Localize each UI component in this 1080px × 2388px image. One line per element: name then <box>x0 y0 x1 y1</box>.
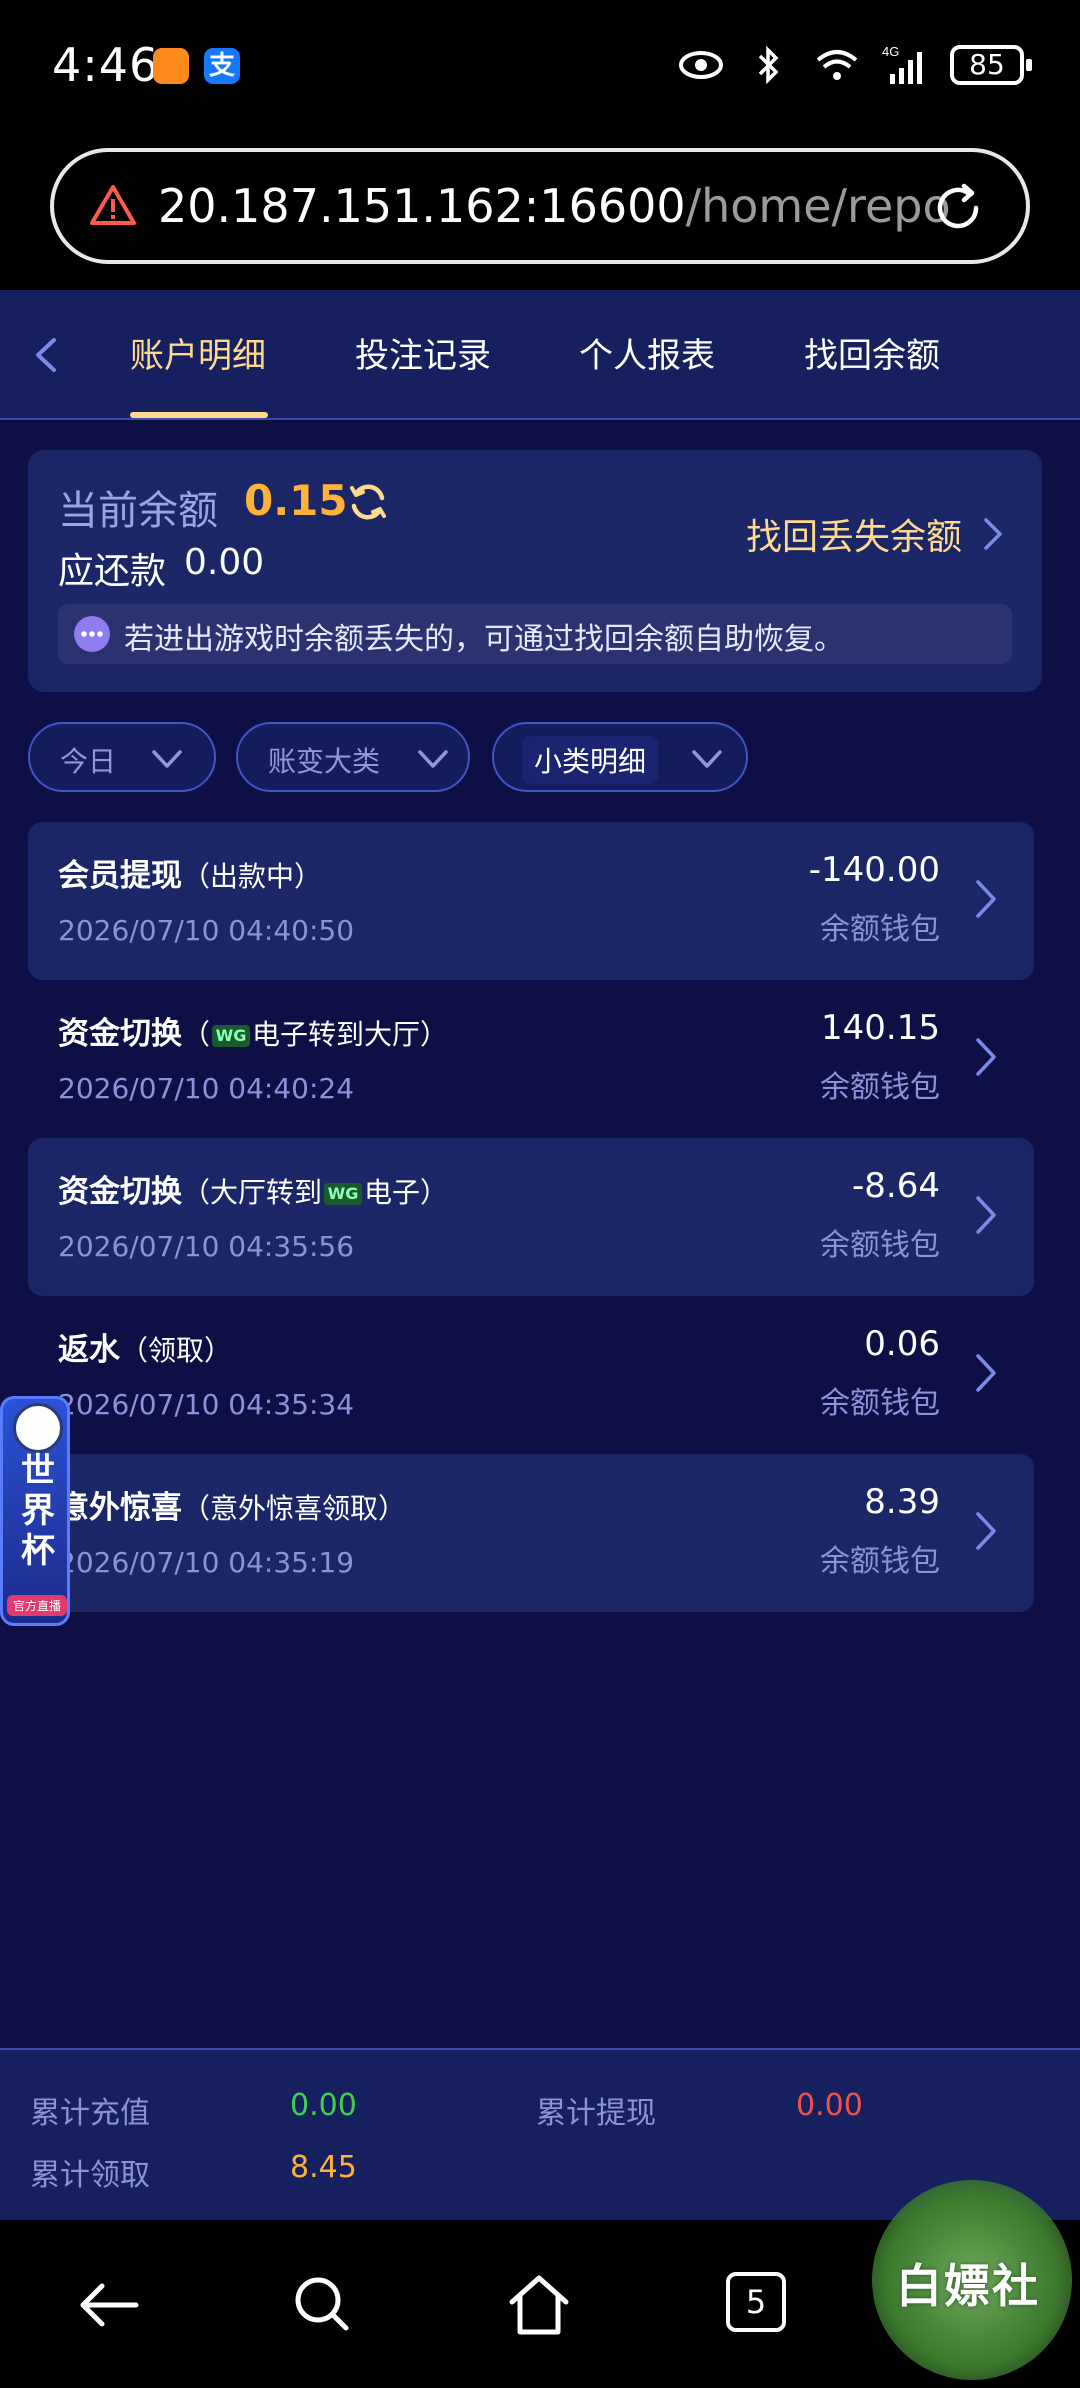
total-recharge-value: 0.00 <box>290 2088 357 2123</box>
chevron-right-icon[interactable] <box>972 1348 1000 1398</box>
alipay-notification-icon: 支 <box>204 48 240 84</box>
world-cup-text: 世界杯 <box>21 1451 55 1571</box>
watermark-text: 白嫖社 <box>896 2259 1040 2313</box>
tab-bet-records[interactable]: 投注记录 <box>355 328 491 377</box>
amount-owed-label: 应还款 <box>58 551 167 592</box>
chevron-right-icon[interactable] <box>980 514 1006 554</box>
total-claim-label: 累计领取 <box>30 2158 150 2193</box>
chevron-down-icon <box>152 750 182 768</box>
reload-icon[interactable] <box>928 178 988 238</box>
transaction-amount: 140.15 <box>821 1008 940 1048</box>
wg-logo: WG <box>324 1182 363 1205</box>
date-filter[interactable]: 今日 <box>28 722 216 792</box>
transaction-wallet: 余额钱包 <box>820 1386 940 1421</box>
tab-recover-balance[interactable]: 找回余额 <box>804 328 940 377</box>
browser-toolbar: 20.187.151.162:16600/home/repo <box>0 134 1080 290</box>
wifi-icon <box>816 50 858 80</box>
balance-notice: 若进出游戏时余额丢失的，可通过找回余额自助恢复。 <box>58 604 1012 664</box>
transaction-row[interactable]: 资金切换（大厅转到 WG 电子） 2026/07/10 04:35:56 -8.64… <box>28 1138 1034 1296</box>
wg-logo: WG <box>212 1024 251 1047</box>
date-filter-label: 今日 <box>60 745 117 778</box>
status-time: 4:46 <box>52 38 160 92</box>
balance-value: 0.15 <box>244 476 348 525</box>
amount-owed-value: 0.00 <box>184 542 265 583</box>
transaction-wallet: 余额钱包 <box>820 1070 940 1105</box>
transaction-title: 会员提现（出款中） <box>58 858 323 894</box>
chevron-right-icon[interactable] <box>972 1032 1000 1082</box>
chat-bubble-icon <box>74 616 110 652</box>
world-cup-sub: 官方直播 <box>7 1595 67 1616</box>
back-chevron-icon[interactable] <box>28 330 64 380</box>
transaction-title: 资金切换（ WG 电子转到大厅） <box>58 1016 449 1052</box>
battery-indicator: 85 <box>950 45 1032 85</box>
transaction-date: 2026/07/10 04:40:24 <box>58 1072 355 1105</box>
tab-personal-report[interactable]: 个人报表 <box>579 328 715 377</box>
url-host: 20.187.151.162:16600 <box>158 179 686 233</box>
transaction-wallet: 余额钱包 <box>820 1228 940 1263</box>
total-withdraw-value: 0.00 <box>796 2088 863 2123</box>
transaction-row[interactable]: 意外惊喜（意外惊喜领取） 2026/07/10 04:35:19 8.39 余额… <box>28 1454 1034 1612</box>
transaction-date: 2026/07/10 04:35:56 <box>58 1230 355 1263</box>
transaction-amount: 8.39 <box>864 1482 940 1522</box>
chevron-down-icon <box>418 750 448 768</box>
soccer-ball-icon <box>13 1403 63 1453</box>
search-icon[interactable] <box>288 2270 358 2340</box>
balance-card: 当前余额 0.15 应还款 0.00 找回丢失余额 若进出游戏时余额丢失的，可通… <box>28 450 1042 692</box>
transaction-amount: 0.06 <box>864 1324 940 1364</box>
transaction-date: 2026/07/10 04:35:34 <box>58 1388 355 1421</box>
transaction-date: 2026/07/10 04:35:19 <box>58 1546 355 1579</box>
url-path: /home/repo <box>685 179 951 233</box>
transaction-row[interactable]: 返水（领取） 2026/07/10 04:35:34 0.06 余额钱包 <box>28 1296 1034 1454</box>
svg-text:4G: 4G <box>882 44 899 59</box>
transaction-row[interactable]: 会员提现（出款中） 2026/07/10 04:40:50 -140.00 余额… <box>28 822 1034 980</box>
watermark-logo: 白嫖社 <box>872 2180 1072 2380</box>
status-bar: 4:46 支 4G 85 <box>0 0 1080 134</box>
cellular-signal-icon: 4G <box>882 44 922 84</box>
transaction-amount: -140.00 <box>808 850 940 890</box>
world-cup-promo-badge[interactable]: 世界杯 官方直播 <box>0 1396 70 1626</box>
transaction-wallet: 余额钱包 <box>820 1544 940 1579</box>
notice-text: 若进出游戏时余额丢失的，可通过找回余额自助恢复。 <box>124 622 844 657</box>
subcategory-filter[interactable]: 小类明细 <box>492 722 748 792</box>
tab-account-details[interactable]: 账户明细 <box>130 328 266 377</box>
refresh-balance-icon[interactable] <box>346 480 390 524</box>
chevron-right-icon[interactable] <box>972 1190 1000 1240</box>
total-withdraw-label: 累计提现 <box>536 2096 656 2131</box>
total-claim-value: 8.45 <box>290 2150 357 2185</box>
chevron-right-icon[interactable] <box>972 1506 1000 1556</box>
category-filter-label: 账变大类 <box>268 745 381 778</box>
report-tabs: 账户明细 投注记录 个人报表 找回余额 <box>0 290 1080 420</box>
category-filter[interactable]: 账变大类 <box>236 722 470 792</box>
transaction-title: 资金切换（大厅转到 WG 电子） <box>58 1174 449 1210</box>
transaction-title: 返水（领取） <box>58 1332 233 1368</box>
balance-label: 当前余额 <box>58 488 218 534</box>
bluetooth-icon <box>758 45 779 85</box>
app-notification-icon <box>153 48 189 84</box>
transaction-title: 意外惊喜（意外惊喜领取） <box>58 1490 407 1526</box>
recover-lost-balance-link[interactable]: 找回丢失余额 <box>746 508 962 560</box>
eye-icon <box>679 51 723 79</box>
url-bar[interactable]: 20.187.151.162:16600/home/repo <box>50 148 1030 264</box>
transaction-amount: -8.64 <box>852 1166 940 1206</box>
transaction-wallet: 余额钱包 <box>820 912 940 947</box>
transaction-date: 2026/07/10 04:40:50 <box>58 914 355 947</box>
not-secure-warning-icon[interactable] <box>90 184 136 226</box>
total-recharge-label: 累计充值 <box>30 2096 150 2131</box>
tab-switcher-button[interactable]: 5 <box>726 2272 786 2332</box>
totals-summary: 累计充值 0.00 累计提现 0.00 累计领取 8.45 <box>0 2048 1080 2220</box>
chevron-down-icon <box>692 750 722 768</box>
active-tab-indicator <box>130 412 268 418</box>
transaction-row[interactable]: 资金切换（ WG 电子转到大厅） 2026/07/10 04:40:24 140.1… <box>28 980 1034 1138</box>
back-arrow-icon[interactable] <box>74 2270 144 2340</box>
home-icon[interactable] <box>504 2270 574 2340</box>
chevron-right-icon[interactable] <box>972 874 1000 924</box>
subcategory-filter-label: 小类明细 <box>522 736 659 784</box>
url-text[interactable]: 20.187.151.162:16600/home/repo <box>158 179 951 233</box>
